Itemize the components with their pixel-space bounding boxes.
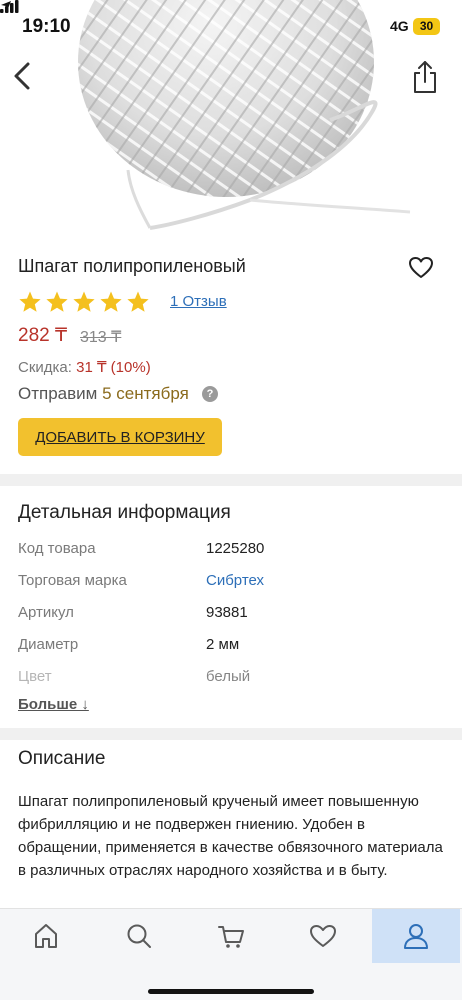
home-indicator (148, 989, 314, 994)
details-section: Детальная информация Код товара 1225280 … (0, 486, 462, 740)
detail-value: 93881 (206, 604, 248, 621)
old-price: 313 ₸ (80, 329, 122, 346)
question-icon[interactable]: ? (202, 386, 218, 402)
discount-label: Скидка: (18, 359, 72, 376)
current-price: 282 ₸ (18, 325, 68, 346)
detail-row: Код товара 1225280 (18, 540, 438, 572)
product-image[interactable]: 19:10 4G 30 (0, 0, 462, 238)
discount-value: 31 ₸ (10%) (76, 359, 151, 376)
search-icon (127, 924, 151, 948)
nav-profile[interactable] (372, 909, 460, 963)
share-icon (414, 61, 436, 93)
nav-favorites[interactable] (279, 909, 367, 963)
star-icon (73, 291, 95, 312)
detail-key: Цвет (18, 668, 52, 685)
nav-search[interactable] (95, 909, 183, 963)
share-button[interactable] (408, 58, 442, 96)
bottom-nav (0, 908, 462, 1000)
show-more-link[interactable]: Больше ↓ (18, 696, 89, 713)
detail-key: Торговая марка (18, 572, 127, 589)
network-type: 4G (390, 18, 409, 34)
status-bar: 19:10 4G 30 (0, 0, 462, 52)
discount-line: Скидка: 31 ₸ (10%) (18, 358, 151, 376)
shipping-label: Отправим (18, 384, 98, 403)
description-heading: Описание (18, 748, 106, 769)
shipping-line: Отправим 5 сентября (18, 384, 189, 404)
detail-value: 1225280 (206, 540, 265, 557)
detail-key: Диаметр (18, 636, 79, 653)
detail-value: 2 мм (206, 636, 240, 653)
rating-stars (18, 290, 150, 314)
star-icon (100, 291, 122, 312)
detail-value: белый (206, 668, 251, 685)
shipping-date: 5 сентября (102, 384, 189, 403)
description-section: Описание Шпагат полипропиленовый кручены… (0, 740, 462, 910)
product-page: 19:10 4G 30 Шпагат полипропиленовый 1 От… (0, 0, 462, 1000)
description-text: Шпагат полипропиленовый крученый имеет п… (18, 793, 443, 879)
detail-key: Код товара (18, 540, 96, 557)
brand-link[interactable]: Сибртех (206, 572, 264, 589)
back-button[interactable] (8, 58, 40, 94)
detail-row: Артикул 93881 (18, 604, 438, 636)
product-info: Шпагат полипропиленовый 1 Отзыв 282 ₸ 31… (0, 238, 462, 474)
star-icon (19, 291, 41, 312)
detail-row: Диаметр 2 мм (18, 636, 438, 668)
product-title: Шпагат полипропиленовый (18, 256, 246, 276)
star-icon (46, 291, 68, 312)
favorites-icon (310, 925, 336, 947)
section-divider (0, 728, 462, 740)
detail-row: Торговая марка Сибртех (18, 572, 438, 604)
detail-key: Артикул (18, 604, 74, 621)
section-divider (0, 474, 462, 486)
status-time: 19:10 (22, 16, 71, 37)
add-to-cart-button[interactable]: ДОБАВИТЬ В КОРЗИНУ (18, 418, 222, 456)
battery-indicator: 30 (413, 18, 440, 35)
nav-home[interactable] (2, 909, 90, 963)
signal-icon (0, 0, 19, 13)
star-icon (127, 291, 149, 312)
profile-icon (404, 924, 428, 949)
details-heading: Детальная информация (18, 502, 231, 523)
nav-cart[interactable] (187, 909, 275, 963)
home-icon (35, 924, 57, 948)
favorite-button[interactable] (408, 256, 434, 280)
reviews-link[interactable]: 1 Отзыв (170, 293, 227, 310)
chevron-left-icon (14, 62, 30, 90)
heart-icon (409, 257, 433, 278)
cart-icon (218, 926, 244, 948)
